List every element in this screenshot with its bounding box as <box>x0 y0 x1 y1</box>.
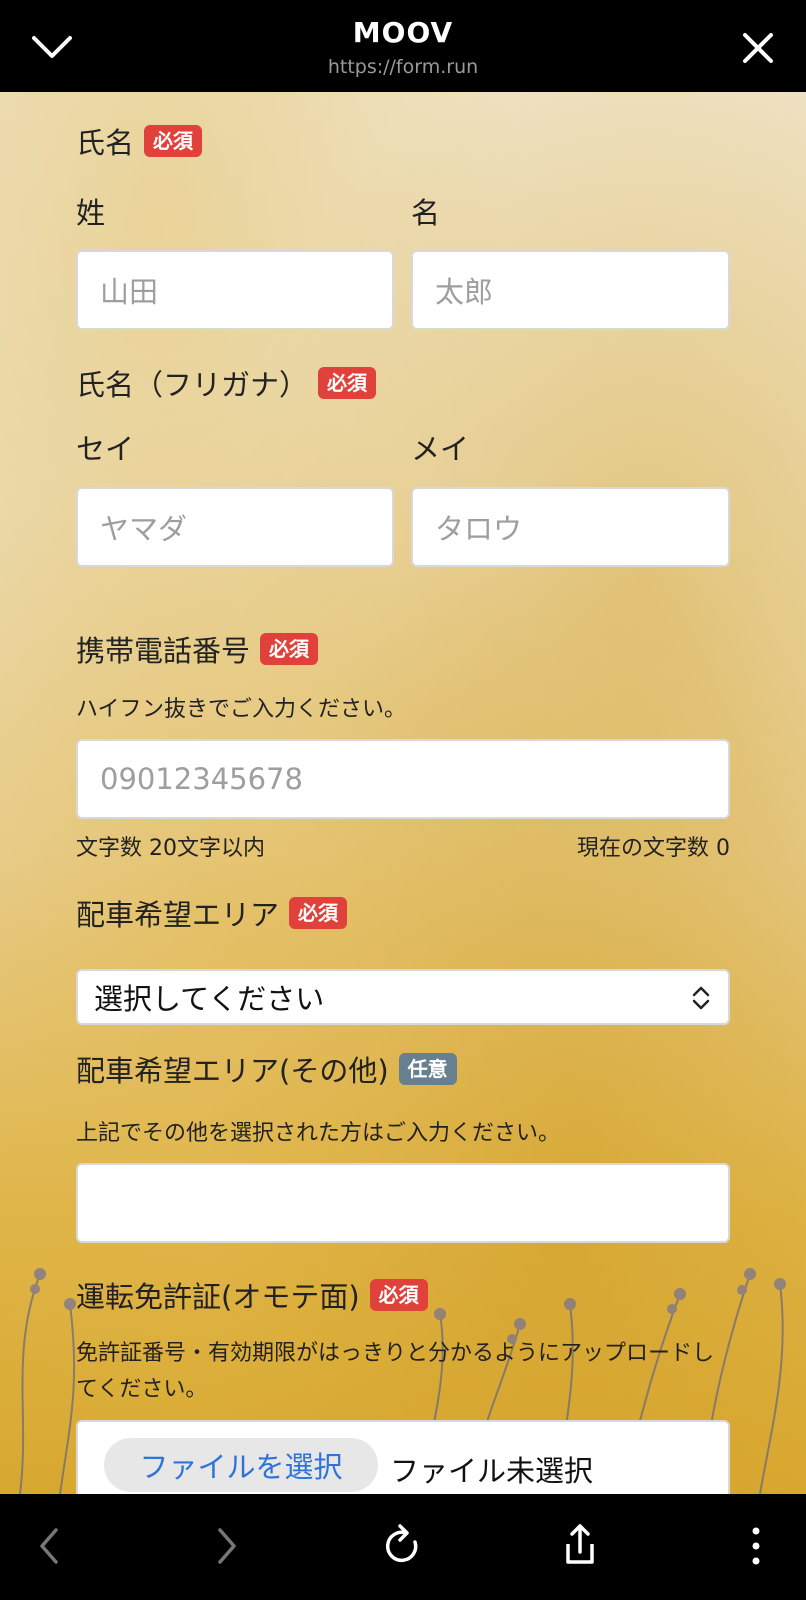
last-kana-label: セイ <box>76 432 135 466</box>
phone-label: 携帯電話番号 必須 <box>76 628 319 670</box>
first-name-placeholder: 太郎 <box>435 275 494 309</box>
back-arrow-icon[interactable] <box>24 1520 76 1572</box>
close-icon[interactable] <box>740 30 776 66</box>
last-kana-input[interactable]: ヤマダ <box>76 487 394 567</box>
required-badge: 必須 <box>289 897 348 929</box>
phone-placeholder: 09012345678 <box>100 762 303 796</box>
area-label-text: 配車希望エリア <box>76 898 280 932</box>
kana-label: 氏名（フリガナ） 必須 <box>76 362 377 404</box>
license-label-text: 運転免許証(オモテ面) <box>76 1280 360 1314</box>
first-kana-placeholder: タロウ <box>435 512 523 546</box>
last-name-placeholder: 山田 <box>100 275 159 309</box>
kana-label-text: 氏名（フリガナ） <box>76 368 309 402</box>
phone-label-text: 携帯電話番号 <box>76 634 251 668</box>
area-label: 配車希望エリア 必須 <box>76 892 348 934</box>
name-label: 氏名 必須 <box>76 120 203 162</box>
name-label-text: 氏名 <box>76 126 135 160</box>
first-name-input[interactable]: 太郎 <box>411 250 730 330</box>
required-badge: 必須 <box>260 633 319 665</box>
phone-input[interactable]: 09012345678 <box>76 739 730 819</box>
phone-help: ハイフン抜きでご入力ください。 <box>76 697 407 722</box>
reload-icon[interactable] <box>376 1520 428 1572</box>
area-other-input[interactable] <box>76 1163 730 1243</box>
area-select-value: 選択してください <box>94 982 325 1016</box>
area-other-label: 配車希望エリア(その他) 任意 <box>76 1048 457 1090</box>
license-help: 免許証番号・有効期限がはっきりと分かるようにアップロードしてください。 <box>76 1341 715 1402</box>
forward-arrow-icon[interactable] <box>200 1520 252 1572</box>
browser-toolbar <box>0 1494 806 1600</box>
area-other-label-text: 配車希望エリア(その他) <box>76 1054 389 1088</box>
page-title: MOOV <box>352 16 454 49</box>
first-name-label: 名 <box>411 196 441 230</box>
form-content[interactable]: 氏名 必須 姓 名 山田 太郎 氏名（フリガナ） 必須 セイ メイ ヤマダ タロ… <box>0 92 806 1494</box>
optional-badge: 任意 <box>398 1053 457 1085</box>
browser-header: MOOV https://form.run <box>0 0 806 92</box>
select-arrows-icon <box>692 986 710 1010</box>
last-kana-placeholder: ヤマダ <box>100 512 188 546</box>
area-other-help: 上記でその他を選択された方はご入力ください。 <box>76 1121 561 1146</box>
last-name-input[interactable]: 山田 <box>76 250 394 330</box>
area-select[interactable]: 選択してください <box>76 969 730 1025</box>
choose-file-button[interactable]: ファイルを選択 <box>104 1438 378 1492</box>
share-icon[interactable] <box>554 1520 606 1572</box>
required-badge: 必須 <box>144 125 203 157</box>
license-label: 運転免許証(オモテ面) 必須 <box>76 1274 428 1316</box>
file-status: ファイル未選択 <box>390 1454 594 1488</box>
page-url: https://form.run <box>327 56 479 78</box>
required-badge: 必須 <box>318 367 377 399</box>
phone-count-text: 現在の文字数 0 <box>577 836 730 861</box>
last-name-label: 姓 <box>76 196 106 230</box>
first-kana-label: メイ <box>411 432 470 466</box>
first-kana-input[interactable]: タロウ <box>411 487 730 567</box>
required-badge: 必須 <box>369 1279 428 1311</box>
phone-limit-text: 文字数 20文字以内 <box>76 836 265 861</box>
more-vertical-icon[interactable] <box>730 1520 782 1572</box>
